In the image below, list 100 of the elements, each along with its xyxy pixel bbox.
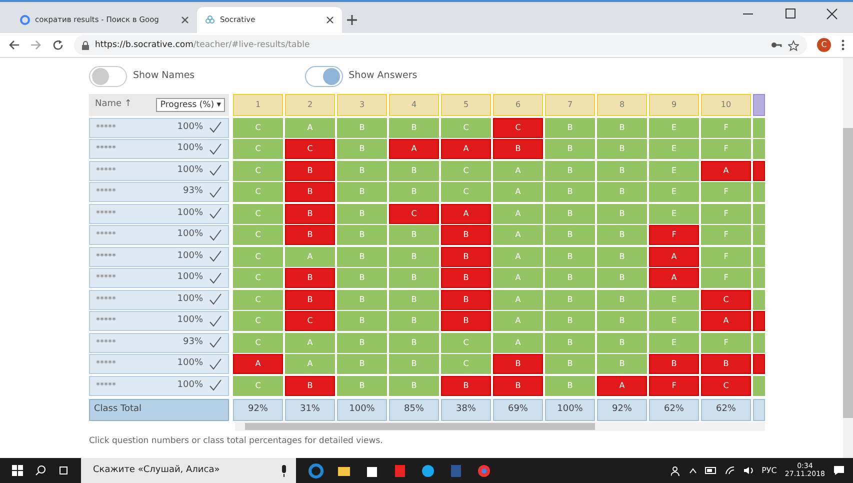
language-indicator[interactable]: РУС — [762, 464, 777, 476]
close-icon[interactable] — [326, 16, 334, 24]
answer-cell[interactable] — [753, 225, 765, 245]
name-sort-header[interactable]: Name ↑ — [95, 98, 132, 112]
answer-cell[interactable]: F — [701, 139, 751, 159]
answer-cell[interactable]: B — [337, 290, 387, 310]
question-header[interactable]: 4 — [389, 94, 439, 116]
progress-dropdown[interactable]: Progress (%) ▾ — [156, 98, 225, 112]
answer-cell[interactable]: B — [389, 118, 439, 138]
answer-cell[interactable]: B — [597, 246, 647, 266]
answer-cell[interactable]: B — [337, 311, 387, 331]
answer-cell[interactable] — [753, 332, 765, 352]
answer-cell[interactable]: B — [337, 182, 387, 202]
answer-cell[interactable]: A — [493, 204, 543, 224]
answer-cell[interactable]: B — [545, 139, 595, 159]
total-cell[interactable]: 31% — [285, 399, 335, 421]
answer-cell[interactable]: B — [337, 354, 387, 374]
question-header[interactable]: 5 — [441, 94, 491, 116]
total-cell[interactable]: 69% — [493, 399, 543, 421]
caret-icon[interactable] — [688, 468, 697, 474]
question-header[interactable]: 6 — [493, 94, 543, 116]
answer-cell[interactable]: C — [441, 118, 491, 138]
answer-cell[interactable]: A — [441, 204, 491, 224]
answer-cell[interactable]: E — [649, 182, 699, 202]
answer-cell[interactable]: F — [649, 376, 699, 396]
answer-cell[interactable]: B — [701, 354, 751, 374]
search-icon[interactable] — [35, 465, 46, 476]
answer-cell[interactable]: B — [545, 332, 595, 352]
answer-cell[interactable]: B — [389, 246, 439, 266]
answer-cell[interactable]: E — [649, 118, 699, 138]
answer-cell[interactable]: B — [441, 290, 491, 310]
answer-cell[interactable]: C — [233, 139, 283, 159]
answer-cell[interactable]: E — [649, 332, 699, 352]
answer-cell[interactable]: C — [233, 376, 283, 396]
windows-icon[interactable] — [12, 465, 23, 476]
volume-icon[interactable] — [742, 466, 754, 475]
answer-cell[interactable]: A — [233, 354, 283, 374]
answer-cell[interactable]: E — [649, 160, 699, 180]
answer-cell[interactable]: B — [389, 182, 439, 202]
answer-cell[interactable]: B — [337, 139, 387, 159]
answer-cell[interactable] — [753, 204, 765, 224]
answer-cell[interactable] — [753, 160, 765, 180]
answer-cell[interactable]: C — [285, 139, 335, 159]
answer-cell[interactable] — [753, 376, 765, 396]
address-bar[interactable]: https://b.socrative.com/teacher/#live-results/table — [74, 35, 807, 55]
answer-cell[interactable]: C — [285, 311, 335, 331]
answer-cell[interactable]: C — [233, 332, 283, 352]
total-cell[interactable]: 38% — [441, 399, 491, 421]
answer-cell[interactable]: B — [493, 376, 543, 396]
answer-cell[interactable]: B — [337, 246, 387, 266]
answer-cell[interactable]: B — [389, 160, 439, 180]
answer-cell[interactable]: B — [545, 118, 595, 138]
task-view-icon[interactable] — [58, 465, 69, 476]
answer-cell[interactable] — [753, 268, 765, 288]
answer-cell[interactable]: C — [441, 160, 491, 180]
answer-cell[interactable]: E — [649, 139, 699, 159]
answer-cell[interactable]: F — [701, 182, 751, 202]
answer-cell[interactable]: B — [285, 182, 335, 202]
toggle-switch[interactable] — [89, 66, 127, 86]
total-cell[interactable]: 62% — [649, 399, 699, 421]
answer-cell[interactable]: F — [701, 204, 751, 224]
answer-cell[interactable]: C — [233, 246, 283, 266]
answer-cell[interactable]: B — [337, 225, 387, 245]
answer-cell[interactable]: F — [701, 332, 751, 352]
answer-cell[interactable]: C — [233, 225, 283, 245]
close-icon[interactable] — [181, 16, 189, 24]
answer-cell[interactable]: E — [649, 311, 699, 331]
question-header[interactable]: 3 — [337, 94, 387, 116]
answer-cell[interactable]: B — [545, 160, 595, 180]
answer-cell[interactable]: B — [649, 354, 699, 374]
answer-cell[interactable]: A — [493, 160, 543, 180]
answer-cell[interactable]: A — [285, 332, 335, 352]
horizontal-scrollbar[interactable] — [235, 422, 765, 431]
answer-cell[interactable]: B — [285, 268, 335, 288]
answer-cell[interactable]: B — [285, 204, 335, 224]
answer-cell[interactable]: B — [597, 160, 647, 180]
answer-cell[interactable]: F — [701, 268, 751, 288]
answer-cell[interactable]: C — [233, 311, 283, 331]
answer-cell[interactable]: A — [493, 332, 543, 352]
answer-cell[interactable]: B — [389, 290, 439, 310]
people-icon[interactable] — [670, 466, 681, 476]
question-header[interactable]: 7 — [545, 94, 595, 116]
answer-cell[interactable]: A — [285, 246, 335, 266]
question-header[interactable]: 9 — [649, 94, 699, 116]
answer-cell[interactable]: B — [493, 139, 543, 159]
answer-cell[interactable]: B — [545, 182, 595, 202]
answer-cell[interactable]: B — [597, 139, 647, 159]
answer-cell[interactable]: B — [545, 225, 595, 245]
answer-cell[interactable]: B — [389, 268, 439, 288]
back-icon[interactable] — [8, 39, 20, 51]
question-header[interactable]: 8 — [597, 94, 647, 116]
answer-cell[interactable] — [753, 139, 765, 159]
answer-cell[interactable] — [753, 246, 765, 266]
wifi-icon[interactable] — [724, 466, 735, 475]
question-header[interactable]: 1 — [233, 94, 283, 116]
menu-icon[interactable] — [841, 39, 845, 51]
total-cell[interactable]: 92% — [233, 399, 283, 421]
answer-cell[interactable]: B — [389, 225, 439, 245]
total-cell[interactable]: 100% — [337, 399, 387, 421]
answer-cell[interactable]: C — [441, 354, 491, 374]
